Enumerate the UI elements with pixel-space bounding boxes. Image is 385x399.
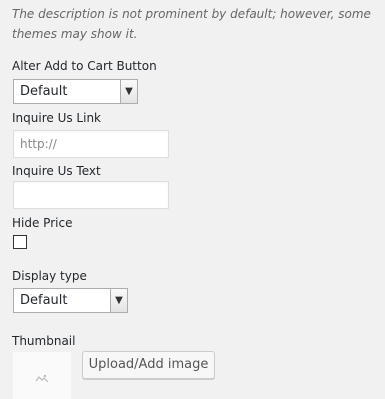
- image-placeholder-icon: [35, 374, 49, 383]
- thumbnail-label: Thumbnail: [12, 334, 76, 348]
- chevron-down-icon: ▼: [120, 80, 137, 103]
- display-type-select[interactable]: Default ▼: [13, 288, 128, 313]
- inquire-link-placeholder: http://: [20, 137, 57, 151]
- description-help-text: The description is not prominent by defa…: [12, 7, 371, 41]
- alter-add-to-cart-select[interactable]: Default ▼: [13, 79, 138, 104]
- inquire-link-label: Inquire Us Link: [12, 111, 101, 125]
- thumbnail-preview: [13, 352, 71, 399]
- inquire-link-input[interactable]: http://: [13, 130, 169, 158]
- alter-add-to-cart-value: Default: [20, 84, 68, 99]
- alter-add-to-cart-label: Alter Add to Cart Button: [12, 59, 157, 73]
- upload-add-image-button[interactable]: Upload/Add image: [82, 351, 215, 379]
- hide-price-checkbox[interactable]: [13, 235, 27, 249]
- display-type-label: Display type: [12, 269, 87, 283]
- chevron-down-icon: ▼: [110, 289, 127, 312]
- hide-price-label: Hide Price: [12, 216, 73, 230]
- inquire-text-input[interactable]: [13, 181, 169, 209]
- inquire-text-label: Inquire Us Text: [12, 164, 101, 178]
- display-type-value: Default: [20, 293, 68, 308]
